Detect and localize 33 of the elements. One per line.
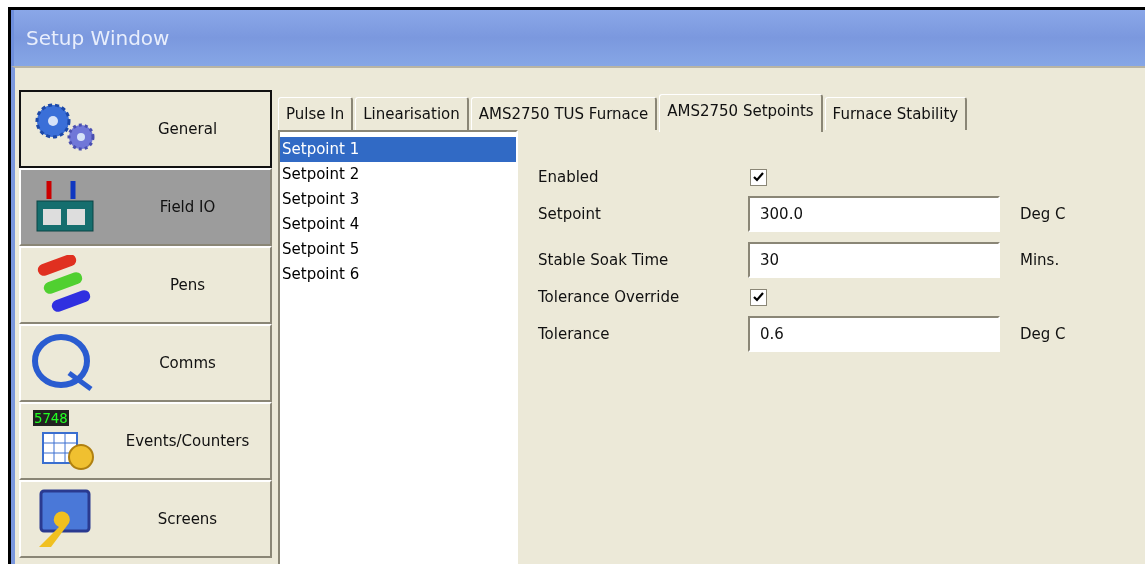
field-label: Enabled [538, 168, 600, 186]
unit-label: Deg C [1019, 325, 1067, 343]
field-label: Tolerance [538, 325, 611, 343]
tab[interactable]: Pulse In [278, 97, 354, 130]
tab[interactable]: Linearisation [355, 97, 469, 130]
list-item[interactable]: Setpoint 1 [280, 137, 516, 162]
list-item[interactable]: Setpoint 4 [280, 212, 516, 237]
checkbox[interactable] [750, 288, 767, 306]
sidebar-item[interactable]: General [19, 90, 272, 168]
counter-display: 5748 [33, 410, 69, 426]
calendar-clock-icon [42, 432, 94, 470]
unit-label: Deg C [1019, 205, 1067, 223]
list-item[interactable]: Setpoint 6 [280, 262, 516, 287]
sidebar-item[interactable]: Screens [19, 480, 272, 558]
input-field[interactable]: 30 [748, 242, 1000, 278]
field-label: Tolerance Override [538, 288, 681, 306]
list-item[interactable]: Setpoint 3 [280, 187, 516, 212]
tab[interactable]: Furnace Stability [824, 97, 968, 130]
field-label: Stable Soak Time [538, 251, 670, 269]
sidebar-item[interactable]: Comms [19, 324, 272, 402]
sidebar-item[interactable]: 5748 Events/Counters [19, 402, 272, 480]
input-field[interactable]: 0.6 [748, 316, 1000, 352]
checkbox[interactable] [750, 168, 767, 186]
list-item[interactable]: Setpoint 2 [280, 162, 516, 187]
input-field[interactable]: 300.0 [748, 196, 1000, 232]
unit-label: Mins. [1019, 251, 1061, 269]
list-item[interactable]: Setpoint 5 [280, 237, 516, 262]
field-label: Setpoint [538, 205, 602, 223]
tab[interactable]: AMS2750 TUS Furnace [470, 97, 658, 130]
sidebar-item[interactable]: Field IO [19, 168, 272, 246]
window-title: Setup Window [26, 26, 170, 50]
sidebar-item[interactable]: Pens [19, 246, 272, 324]
tab[interactable]: AMS2750 Setpoints [659, 94, 823, 132]
